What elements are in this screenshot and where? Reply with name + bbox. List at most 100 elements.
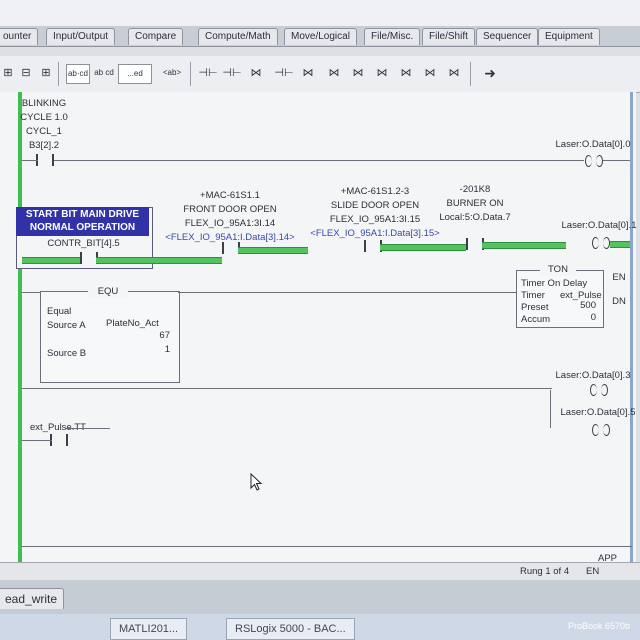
rung2-wire [22,292,42,293]
toolbar-separator [190,62,191,86]
rung-comment-box[interactable]: ab·cd [66,64,90,84]
ote-icon[interactable]: ⊣⊢ [274,64,294,82]
right-power-rail [630,92,633,582]
osr-icon[interactable]: ⋈ [348,64,368,82]
rung0-wire [603,160,630,161]
ons-icon[interactable]: ⋈ [246,64,266,82]
tab-file-misc[interactable]: File/Misc. [364,28,421,45]
rung0-tag: CYCL_1 [26,126,62,137]
ton-timer-label: Timer [521,290,545,301]
rung1-energized-wire [96,257,222,264]
ton-preset-label: Preset [521,302,549,313]
rung1-energized-wire [482,242,566,249]
rung3-wire [22,388,552,389]
rung3-branch [550,390,551,428]
rung3-output-tag-2: Laser:O.Data[0].5 [560,407,636,418]
contact3-name: +MAC-61S1.2-3 [340,186,410,197]
rung0-address: B3[2].2 [28,140,60,151]
ladder-toolbar: ⊞ ⊟ ⊞ ab·cd ab cd ...ed <ab> ⊣⊢ ⊣⊢ ⋈ ⊣⊢ … [0,56,640,93]
rung0-desc-2: CYCLE 1.0 [20,112,68,123]
xio-contact-icon[interactable]: ⊣⊢ [222,64,242,82]
ton-en-output: EN [612,272,626,283]
rung1-description-title: START BIT MAIN DRIVE NORMAL OPERATION [16,207,149,236]
contact3-desc: SLIDE DOOR OPEN [330,200,420,211]
tab-counter[interactable]: ounter [0,28,39,45]
contact4-name: -201K8 [459,184,491,195]
osf-icon[interactable]: ⋈ [372,64,392,82]
tag-box[interactable]: <ab> [160,64,184,82]
rung3-output-coil-1[interactable] [590,384,608,396]
taskbar: MATLI201... RSLogix 5000 - BAC... ProBoo… [0,614,640,640]
rung1-output-tag: Laser:O.Data[0].1 [561,220,637,231]
equ-source-b-value[interactable]: 1 [140,344,170,356]
equ-source-a-value: 67 [159,330,170,341]
rung2-wire [178,292,516,293]
equ-source-b-label: Source B [47,348,87,359]
contact4-address: Local:5:O.Data.7 [439,212,511,223]
contact2-name: +MAC-61S1.1 [200,190,260,201]
reset-icon[interactable]: ⋈ [444,64,464,82]
edit-dropdown[interactable]: ...ed [118,64,152,84]
ton-name: Timer On Delay [521,278,588,289]
tab-equipment[interactable]: Equipment [538,28,600,45]
rung0-wire [22,160,38,161]
contact3-address: <FLEX_IO_95A1:I.Data[3].15> [310,228,440,239]
tab-move-logical[interactable]: Move/Logical [284,28,357,45]
contact4-desc: BURNER ON [446,198,504,209]
branch-icon[interactable]: ⊟ [16,64,36,82]
ton-preset-value[interactable]: 500 [570,300,596,312]
rung1-energized-wire [610,241,630,248]
tab-compare[interactable]: Compare [128,28,184,45]
app-indicator: APP [598,553,618,564]
rung3-output-coil-2[interactable] [592,424,610,436]
end-rung-wire [22,546,632,547]
equ-source-a-tag[interactable]: PlateNo_Act [106,318,159,330]
rung3-wire [22,440,52,441]
ton-accum-value: 0 [590,312,596,323]
rung1-energized-wire [380,244,466,251]
routine-tab[interactable]: ead_write [0,588,65,609]
jump-icon[interactable]: ➜ [480,64,500,82]
tab-sequencer[interactable]: Sequencer [476,28,539,45]
taskbar-item-matlab[interactable]: MATLI201... [110,618,188,640]
contact3-alias: FLEX_IO_95A1:3I.15 [329,214,421,225]
laptop-label: ProBook 6570b [568,621,631,631]
mouse-cursor-icon [250,473,263,491]
rung1-output-coil[interactable] [592,237,610,249]
status-bar: Rung 1 of 4 APP EN [0,553,640,581]
otu-icon[interactable]: ⋈ [324,64,344,82]
address-box[interactable]: ab cd [94,64,114,82]
rung0-wire [54,160,584,161]
equ-source-a-label: Source A [47,320,86,331]
tab-compute-math[interactable]: Compute/Math [198,28,278,45]
equ-title: EQU [88,286,128,298]
ton-accum-label: Accum [521,314,551,325]
tab-input-output[interactable]: Input/Output [46,28,116,45]
window-top-strip [0,0,640,26]
rung3-output-tag-1: Laser:O.Data[0].3 [555,370,631,381]
equ-name: Equal [47,306,72,317]
rung1-energized-wire [238,247,308,254]
instruction-tab-bar: ounter Input/Output Compare Compute/Math… [0,26,640,47]
tab-file-shift[interactable]: File/Shift [422,28,475,45]
counter-icon[interactable]: ⋈ [420,64,440,82]
contact2-alias: FLEX_IO_95A1:3I.14 [184,218,276,229]
branch-level-icon[interactable]: ⊞ [36,64,56,82]
contact2-desc: FRONT DOOR OPEN [183,204,277,215]
rung3-wire [66,428,110,429]
rung3-xic-contact[interactable] [50,434,68,446]
rung1-energized-wire [22,257,82,264]
rung0-output-coil[interactable] [585,155,603,167]
rung0-xic-contact[interactable] [36,154,54,166]
otl-icon[interactable]: ⋈ [298,64,318,82]
xic-contact-icon[interactable]: ⊣⊢ [198,64,218,82]
ton-title: TON [540,264,576,276]
rung1-tag: CONTR_BIT[4].5 [47,238,120,249]
timer-icon[interactable]: ⋈ [396,64,416,82]
rung-count: Rung 1 of 4 [520,566,570,577]
taskbar-item-rslogix[interactable]: RSLogix 5000 - BAC... [226,618,355,640]
edit-mode-indicator: EN [586,566,600,577]
ton-dn-output: DN [612,296,626,307]
left-power-rail [18,92,22,612]
rung0-desc-1: BLINKING [21,98,67,109]
